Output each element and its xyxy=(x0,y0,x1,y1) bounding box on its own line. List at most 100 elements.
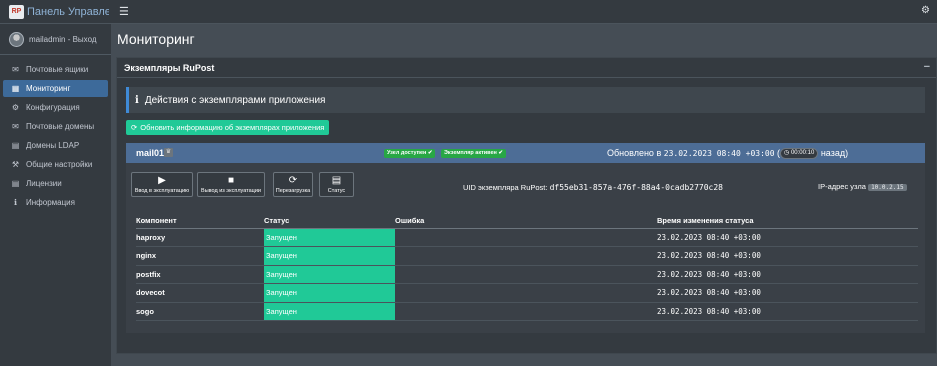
callout-text: Действия с экземплярами приложения xyxy=(144,94,326,106)
user-link[interactable]: mailadmin - Выход xyxy=(29,35,97,44)
sidebar-item-6[interactable]: ▤ Лицензии xyxy=(3,175,108,192)
sidebar-item-1[interactable]: ▦ Мониторинг xyxy=(3,80,108,97)
sync-icon: ⟳ xyxy=(288,175,298,186)
info-icon: ℹ xyxy=(13,198,18,207)
error-cell xyxy=(395,265,657,284)
brand-link[interactable]: RP Панель Управления xyxy=(0,0,111,24)
instance-panel: mail01 ♛ Узел доступен ✔ Экземпляр актив… xyxy=(126,143,925,333)
grid-icon: ▦ xyxy=(11,84,20,93)
address-book-icon: ▤ xyxy=(11,141,20,150)
timer-value: 00:00:10 xyxy=(790,150,815,157)
collapse-button[interactable]: − xyxy=(924,61,930,73)
info-icon: i xyxy=(135,94,139,106)
col-error: Ошибка xyxy=(395,213,657,229)
separator: - xyxy=(65,34,73,44)
component-cell: postfix xyxy=(136,265,264,284)
status-cell: Запущен xyxy=(264,228,395,247)
actions-callout: i Действия с экземплярами приложения xyxy=(126,87,925,113)
sidebar-item-label: Мониторинг xyxy=(26,84,71,93)
error-cell xyxy=(395,246,657,266)
user-panel: mailadmin - Выход xyxy=(0,24,111,55)
status-cell: Запущен xyxy=(264,283,395,303)
time-cell: 23.02.2023 08:40 +03:00 xyxy=(657,246,918,266)
instances-card: Экземпляры RuPost − i Действия с экземпл… xyxy=(116,57,937,354)
sidebar-item-label: Информация xyxy=(26,198,75,207)
badge-instance-active-label: Экземпляр активен xyxy=(444,150,497,156)
brand-title: Панель Управления xyxy=(27,5,109,18)
node-ip: IP-адрес узла 10.0.2.15 xyxy=(818,182,907,191)
wrench-icon: ⚒ xyxy=(11,160,20,169)
time-cell: 23.02.2023 08:40 +03:00 xyxy=(657,265,918,284)
uid-value: df55eb31-857a-476f-88a4-0cadb2770c28 xyxy=(549,183,723,192)
status-label: Статус xyxy=(327,188,346,194)
status-button[interactable]: ▤ Статус xyxy=(319,172,354,197)
sidebar-item-3[interactable]: ✉ Почтовые домены xyxy=(3,118,108,135)
instance-header: mail01 ♛ Узел доступен ✔ Экземпляр актив… xyxy=(126,143,925,163)
sidebar-item-label: Домены LDAP xyxy=(26,141,80,150)
card-title: Экземпляры RuPost xyxy=(124,62,215,73)
badge-node-available-label: Узел доступен xyxy=(387,150,427,156)
status-cell: Запущен xyxy=(264,302,395,321)
crown-icon: ♛ xyxy=(164,148,173,157)
updated-suffix: назад) xyxy=(820,148,849,158)
gear-icon[interactable]: ⚙ xyxy=(921,5,930,16)
ip-value: 10.0.2.15 xyxy=(868,184,907,191)
component-cell: dovecot xyxy=(136,283,264,303)
restart-button[interactable]: ⟳ Перезагрузка xyxy=(273,172,313,197)
play-icon: ▶ xyxy=(158,175,166,186)
components-table: Компонент Статус Ошибка Время изменения … xyxy=(136,213,918,321)
time-cell: 23.02.2023 08:40 +03:00 xyxy=(657,283,918,303)
start-label: Ввод в эксплуатацию xyxy=(134,188,190,194)
page-title: Мониторинг xyxy=(117,31,195,47)
refresh-icon: ⟳ xyxy=(131,123,138,132)
instance-uid: UID экземпляра RuPost: df55eb31-857a-476… xyxy=(463,183,723,192)
error-cell xyxy=(395,228,657,247)
updated-at: 23.02.2023 08:40 +03:00 xyxy=(663,149,775,158)
file-icon: ▤ xyxy=(331,175,342,186)
username: mailadmin xyxy=(29,34,66,44)
license-icon: ▤ xyxy=(11,179,20,188)
col-component: Компонент xyxy=(136,213,264,229)
refresh-instances-button[interactable]: ⟳ Обновить информацию об экземплярах при… xyxy=(126,120,330,135)
uid-label: UID экземпляра RuPost: xyxy=(463,183,548,192)
table-header-row: Компонент Статус Ошибка Время изменения … xyxy=(136,213,918,229)
table-row: postfix Запущен 23.02.2023 08:40 +03:00 xyxy=(136,265,918,284)
sidebar: mailadmin - Выход ✉ Почтовые ящики ▦ Монито… xyxy=(0,24,111,366)
table-row: haproxy Запущен 23.02.2023 08:40 +03:00 xyxy=(136,228,918,247)
clock-icon: ◷ xyxy=(784,150,790,157)
col-time: Время изменения статуса xyxy=(657,213,918,229)
component-cell: sogo xyxy=(136,302,264,321)
sidebar-item-7[interactable]: ℹ Информация xyxy=(3,194,108,211)
hamburger-icon[interactable]: ☰ xyxy=(119,5,129,18)
component-cell: haproxy xyxy=(136,228,264,247)
table-row: dovecot Запущен 23.02.2023 08:40 +03:00 xyxy=(136,283,918,303)
sidebar-item-label: Лицензии xyxy=(26,179,62,188)
updated-prefix: Обновлено в xyxy=(607,148,662,158)
sidebar-item-2[interactable]: ⚙ Конфигурация xyxy=(3,99,108,116)
error-cell xyxy=(395,283,657,303)
avatar xyxy=(9,31,24,47)
updated-text: Обновлено в 23.02.2023 08:40 +03:00 (◷ 0… xyxy=(607,148,849,160)
sidebar-item-label: Конфигурация xyxy=(26,103,80,112)
sidebar-item-label: Почтовые домены xyxy=(26,122,95,131)
restart-label: Перезагрузка xyxy=(275,188,311,194)
badge-node-available: Узел доступен ✔ xyxy=(384,149,436,158)
badge-instance-active: Экземпляр активен ✔ xyxy=(441,149,507,158)
table-row: nginx Запущен 23.02.2023 08:40 +03:00 xyxy=(136,246,918,266)
col-status: Статус xyxy=(264,213,395,229)
sidebar-item-0[interactable]: ✉ Почтовые ящики xyxy=(3,61,108,78)
stop-button[interactable]: ■ Вывод из эксплуатации xyxy=(197,172,265,197)
start-button[interactable]: ▶ Ввод в эксплуатацию xyxy=(131,172,193,197)
component-cell: nginx xyxy=(136,246,264,266)
ip-label: IP-адрес узла xyxy=(818,182,866,191)
top-navbar: RP Панель Управления ☰ ⚙ xyxy=(0,0,937,24)
sidebar-item-4[interactable]: ▤ Домены LDAP xyxy=(3,137,108,154)
status-cell: Запущен xyxy=(264,265,395,284)
instance-name: mail01 xyxy=(136,148,165,158)
envelope-icon: ✉ xyxy=(12,65,19,74)
cog-icon: ⚙ xyxy=(11,103,20,112)
logout-link[interactable]: Выход xyxy=(73,35,97,44)
sidebar-item-5[interactable]: ⚒ Общие настройки xyxy=(3,156,108,173)
time-cell: 23.02.2023 08:40 +03:00 xyxy=(657,228,918,247)
sidebar-nav: ✉ Почтовые ящики ▦ Мониторинг ⚙ Конфигурация ✉… xyxy=(3,61,108,213)
